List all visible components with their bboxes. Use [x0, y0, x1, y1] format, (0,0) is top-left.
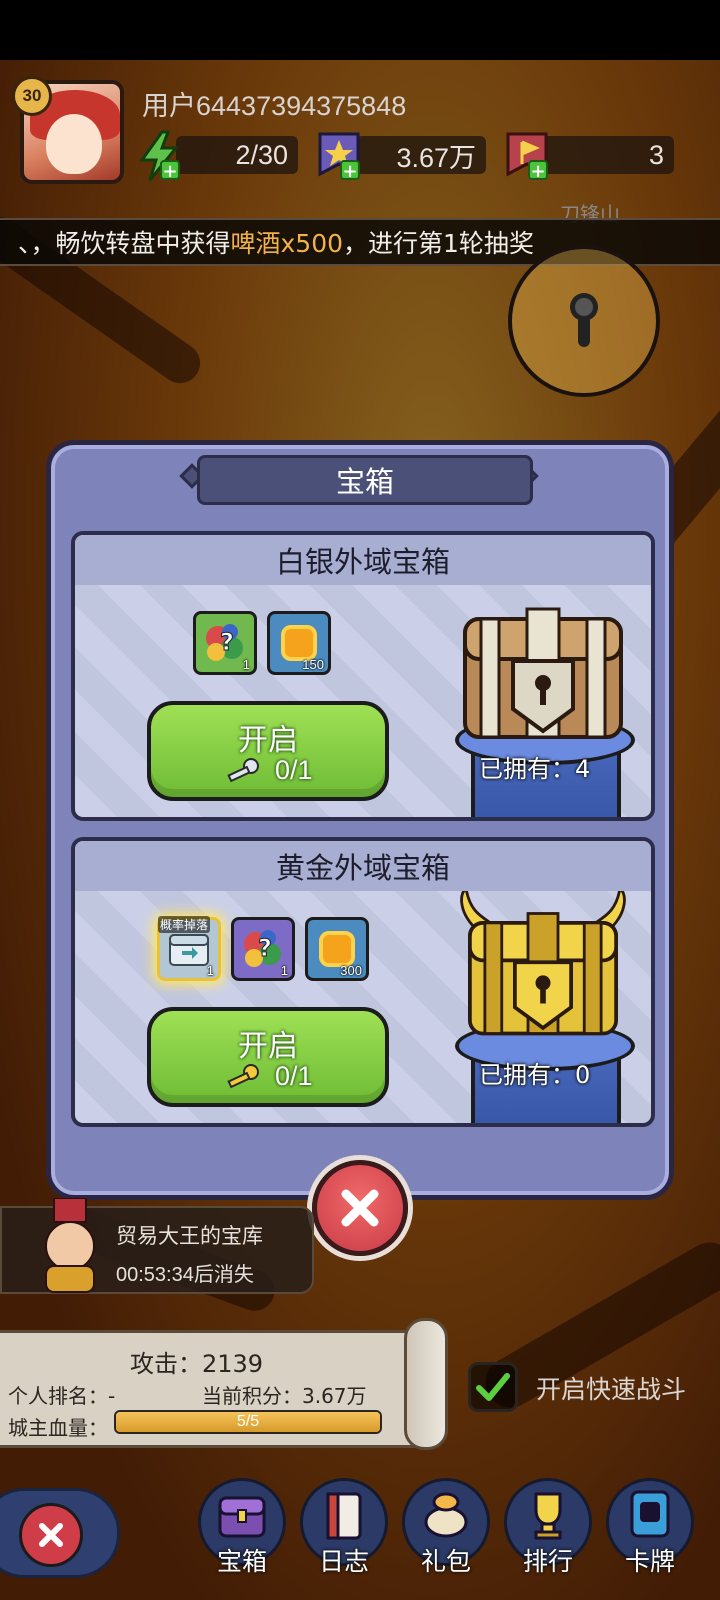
- points-plus-button[interactable]: +: [314, 128, 364, 184]
- treasure-chest-modal: 宝箱 白银外域宝箱 ? 1 150 开启 0/1 已拥有：4 黄金外域宝箱 概率…: [46, 440, 674, 1200]
- boss-hp-text: 5/5: [236, 1413, 260, 1430]
- silver-chest-icon: [463, 607, 623, 739]
- trophy-icon: [534, 1492, 562, 1540]
- event-panel[interactable]: 贸易大王的宝库 00:53:34后消失: [0, 1198, 314, 1294]
- points-bar: 3.67万: [356, 136, 486, 174]
- ticker-suffix: ，进行第1轮抽奖: [343, 229, 534, 258]
- personal-rank: 个人排名：-: [8, 1384, 116, 1408]
- energy-value: 2/30: [235, 139, 288, 170]
- reward-item-coin[interactable]: 150: [267, 611, 331, 675]
- scroll-roll: [404, 1318, 448, 1450]
- item-count: 1: [206, 963, 214, 978]
- ticker-prefix: 、，畅饮转盘中获得: [18, 229, 231, 258]
- close-modal-button[interactable]: [312, 1160, 408, 1256]
- svg-text:?: ?: [258, 934, 272, 962]
- gold-chest-icon: [460, 891, 626, 1036]
- nav-label: 卡牌: [624, 1547, 675, 1576]
- nav-cards[interactable]: 卡牌: [604, 1478, 696, 1582]
- open-silver-chest-button[interactable]: 开启 0/1: [147, 701, 389, 801]
- gold-coin-icon: [319, 931, 355, 967]
- flags-bar: 3: [542, 136, 674, 174]
- gift-icon: [424, 1492, 468, 1538]
- open-label: 开启: [238, 1029, 298, 1064]
- nav-label: 排行: [522, 1547, 573, 1576]
- quick-battle-label: 开启快速战斗: [536, 1375, 687, 1404]
- nav-chest[interactable]: 宝箱: [196, 1478, 288, 1582]
- map-pin-icon: [570, 293, 598, 347]
- item-count: 300: [340, 963, 362, 978]
- key-count: 0/1: [275, 1061, 313, 1091]
- nav-label: 礼包: [420, 1547, 471, 1576]
- trade-king-icon: [45, 1198, 95, 1293]
- log-icon: [326, 1492, 362, 1540]
- open-label: 开启: [238, 723, 298, 758]
- silver-chest-name: 白银外域宝箱: [75, 535, 651, 585]
- item-count: 1: [242, 657, 250, 672]
- ticker-highlight: 啤酒x500: [230, 229, 344, 258]
- reward-item-coin[interactable]: 300: [305, 917, 369, 981]
- nav-label: 日志: [318, 1547, 369, 1576]
- bottom-close-button[interactable]: [0, 1488, 120, 1578]
- gold-chest-card: 黄金外域宝箱 概率掉落 1 ? 1 300 开启 0/1 已拥有：0: [71, 837, 655, 1127]
- nav-label: 宝箱: [216, 1547, 267, 1576]
- boss-hp-label: 城主血量：: [8, 1416, 108, 1440]
- svg-text:?: ?: [220, 628, 234, 656]
- nav-rank[interactable]: 排行: [502, 1478, 594, 1582]
- plus-icon: +: [340, 160, 360, 182]
- flags-plus-button[interactable]: +: [502, 128, 552, 184]
- drop-tag: 概率掉落: [158, 916, 211, 933]
- current-score: 当前积分：3.67万: [202, 1384, 367, 1408]
- key-count: 0/1: [275, 755, 313, 785]
- modal-title-text: 宝箱: [335, 465, 394, 499]
- reward-item-mystery[interactable]: ? 1: [193, 611, 257, 675]
- close-icon: [341, 1189, 379, 1227]
- map-pin-button[interactable]: [508, 245, 660, 397]
- checkmark-icon: [476, 1373, 510, 1401]
- flags-value: 3: [648, 139, 664, 170]
- level-badge: 30: [12, 76, 52, 116]
- quick-battle-checkbox[interactable]: [468, 1362, 518, 1412]
- username: 用户64437394375848: [142, 91, 407, 121]
- gold-key-icon: [227, 1064, 259, 1089]
- energy-plus-button[interactable]: +: [134, 128, 184, 184]
- item-count: 1: [280, 963, 288, 978]
- event-timer: 00:53:34后消失: [116, 1264, 254, 1286]
- card-icon: [630, 1490, 670, 1538]
- attack-value: 攻击：2139: [130, 1350, 264, 1378]
- item-count: 150: [302, 657, 324, 672]
- chest-icon: [218, 1496, 266, 1538]
- modal-title: 宝箱: [197, 455, 533, 505]
- points-value: 3.67万: [396, 142, 476, 173]
- event-title: 贸易大王的宝库: [116, 1224, 263, 1248]
- gold-chest-name: 黄金外域宝箱: [75, 841, 651, 891]
- open-gold-chest-button[interactable]: 开启 0/1: [147, 1007, 389, 1107]
- nav-log[interactable]: 日志: [298, 1478, 390, 1582]
- gold-owned-count: 已拥有：0: [479, 1061, 591, 1089]
- nav-gift[interactable]: 礼包: [400, 1478, 492, 1582]
- silver-owned-count: 已拥有：4: [479, 755, 591, 783]
- silver-chest-icon: [169, 934, 209, 966]
- reward-item-silver-chest[interactable]: 概率掉落 1: [157, 916, 221, 981]
- plus-icon: +: [160, 160, 180, 182]
- energy-bar: 2/30: [176, 136, 298, 174]
- plus-icon: +: [528, 160, 548, 182]
- silver-chest-card: 白银外域宝箱 ? 1 150 开启 0/1 已拥有：4: [71, 531, 655, 821]
- reward-item-mystery[interactable]: ? 1: [231, 917, 295, 981]
- boss-hp-bar: 5/5: [114, 1410, 382, 1434]
- silver-key-icon: [227, 758, 259, 783]
- status-bar: [0, 0, 720, 60]
- close-icon: [19, 1503, 83, 1567]
- gold-coin-icon: [281, 625, 317, 661]
